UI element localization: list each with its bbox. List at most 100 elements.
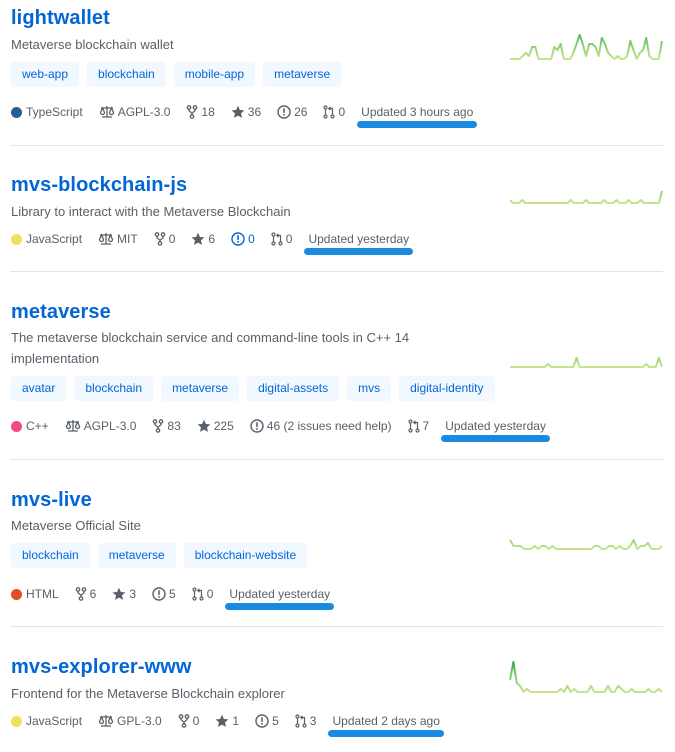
topic-tag[interactable]: digital-assets: [247, 376, 340, 401]
language-name: C++: [26, 419, 49, 433]
repo-description: Frontend for the Metaverse Blockchain ex…: [11, 686, 285, 701]
star-icon: [197, 419, 211, 433]
activity-sparkline: [510, 34, 663, 60]
updated-time: Updated 2 days ago: [328, 714, 444, 737]
topic-tag[interactable]: avatar: [11, 376, 67, 401]
updated-time: Updated 3 hours ago: [357, 105, 478, 128]
topic-tag[interactable]: blockchain: [11, 543, 90, 568]
topic-tag[interactable]: web-app: [11, 62, 80, 87]
stars[interactable]: 3: [112, 587, 136, 601]
pull-requests[interactable]: 0: [323, 105, 345, 119]
license-name: AGPL-3.0: [117, 105, 171, 119]
repo-title-link[interactable]: mvs-explorer-www: [11, 656, 192, 679]
activity-sparkline: [509, 661, 663, 693]
updated-time: Updated yesterday: [225, 587, 335, 610]
topic-tag[interactable]: metaverse: [263, 62, 342, 87]
language: JavaScript: [11, 714, 82, 728]
updated-time: Updated yesterday: [304, 232, 414, 255]
repo-meta: JavaScript MIT 0 6 0 0 Updated yesterday: [11, 230, 425, 255]
pull-requests[interactable]: 0: [192, 587, 214, 601]
pull-request-count: 0: [206, 587, 214, 601]
language-color-dot: [11, 715, 22, 727]
repo-meta: TypeScript AGPL-3.0 18 36 26 0 Updated 3…: [11, 103, 489, 128]
license[interactable]: AGPL-3.0: [99, 105, 171, 119]
star-count: 1: [232, 714, 240, 728]
issues[interactable]: 5: [255, 714, 279, 728]
issues[interactable]: 5: [152, 587, 176, 601]
fork-icon: [154, 232, 166, 246]
repo-meta: JavaScript GPL-3.0 0 1 5 3 Updated 2 day…: [11, 712, 456, 737]
topic-tag[interactable]: blockchain: [87, 62, 166, 87]
repo-title-link[interactable]: metaverse: [11, 301, 111, 324]
language: JavaScript: [11, 232, 82, 246]
issues[interactable]: 26: [277, 105, 307, 119]
repo-meta: C++ AGPL-3.0 83 225 46 (2 issues need he…: [11, 417, 562, 442]
pull-request-icon: [295, 714, 307, 728]
topic-tag[interactable]: mvs: [347, 376, 392, 401]
sparkline-path: [510, 357, 663, 368]
language: C++: [11, 419, 49, 433]
sparkline-path: [510, 34, 663, 60]
fork-count: 6: [89, 587, 97, 601]
star-icon: [231, 105, 245, 119]
fork-count: 0: [192, 714, 200, 728]
repo-title-link[interactable]: lightwallet: [11, 7, 110, 30]
highlight-mark: [357, 121, 478, 128]
star-icon: [112, 587, 126, 601]
law-icon: [99, 105, 115, 119]
language-name: HTML: [26, 587, 59, 601]
pull-request-icon: [192, 587, 204, 601]
topic-tag[interactable]: blockchain: [74, 376, 154, 401]
issues[interactable]: 0: [231, 232, 255, 246]
updated-text: Updated 2 days ago: [332, 714, 440, 728]
license[interactable]: MIT: [98, 232, 138, 246]
forks[interactable]: 83: [152, 419, 181, 433]
issues[interactable]: 46 (2 issues need help): [250, 419, 392, 433]
issue-icon: [231, 232, 245, 246]
topic-tag[interactable]: mobile-app: [173, 62, 256, 87]
star-count: 36: [247, 105, 262, 119]
repo-description: Library to interact with the Metaverse B…: [11, 204, 291, 219]
highlight-mark: [441, 435, 550, 442]
license-name: AGPL-3.0: [83, 419, 137, 433]
star-count: 3: [129, 587, 137, 601]
pull-requests[interactable]: 0: [271, 232, 292, 246]
pull-requests[interactable]: 3: [295, 714, 316, 728]
topic-tag[interactable]: metaverse: [97, 543, 176, 568]
stars[interactable]: 1: [215, 714, 239, 728]
topic-tag[interactable]: blockchain-website: [183, 543, 308, 568]
pull-request-count: 7: [422, 419, 430, 433]
fork-icon: [178, 714, 190, 728]
stars[interactable]: 36: [231, 105, 261, 119]
pull-requests[interactable]: 7: [407, 419, 430, 433]
language-name: TypeScript: [26, 105, 83, 119]
issue-icon: [152, 587, 166, 601]
fork-count: 0: [168, 232, 176, 246]
language-name: JavaScript: [26, 714, 83, 728]
forks[interactable]: 18: [186, 105, 215, 119]
highlight-mark: [304, 248, 414, 255]
topic-tag[interactable]: digital-identity: [399, 376, 495, 401]
license[interactable]: GPL-3.0: [98, 714, 162, 728]
sparkline-path: [509, 539, 663, 550]
language: HTML: [11, 587, 59, 601]
language-name: JavaScript: [26, 232, 83, 246]
license[interactable]: AGPL-3.0: [65, 419, 137, 433]
repo-title-link[interactable]: mvs-blockchain-js: [11, 174, 187, 197]
stars[interactable]: 225: [197, 419, 234, 433]
stars[interactable]: 6: [191, 232, 215, 246]
forks[interactable]: 0: [178, 714, 200, 728]
forks[interactable]: 6: [75, 587, 97, 601]
topic-tag[interactable]: metaverse: [161, 376, 240, 401]
law-icon: [98, 232, 114, 246]
sparkline-path: [509, 661, 663, 693]
highlight-mark: [328, 730, 444, 737]
updated-text: Updated 3 hours ago: [361, 105, 474, 119]
pull-request-count: 0: [338, 105, 346, 119]
forks[interactable]: 0: [154, 232, 176, 246]
topic-list: avatar blockchain metaverse digital-asse…: [11, 376, 495, 401]
repo-title-link[interactable]: mvs-live: [11, 489, 92, 512]
repo-item-mvs-blockchain-js: mvs-blockchain-js Library to interact wi…: [0, 146, 675, 272]
updated-text: Updated yesterday: [445, 419, 546, 433]
fork-icon: [152, 419, 164, 433]
